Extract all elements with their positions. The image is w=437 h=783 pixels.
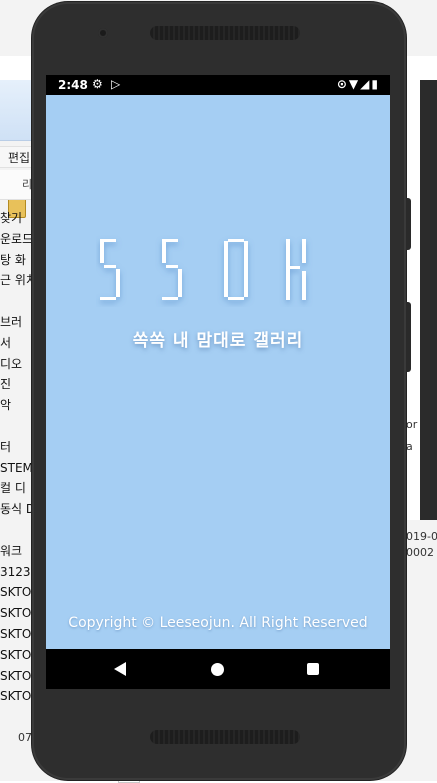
recent-apps-icon[interactable] xyxy=(307,663,319,675)
power-button[interactable] xyxy=(406,302,411,372)
logo-letter-k xyxy=(286,239,306,300)
logo-letter-o xyxy=(224,239,248,300)
explorer-status-text: 07 xyxy=(18,731,32,744)
status-left-icons: ⚙ ▷ xyxy=(92,77,120,91)
home-icon[interactable] xyxy=(211,663,224,676)
gear-icon: ⚙ xyxy=(92,77,103,91)
nav-pane-item[interactable]: 디오 xyxy=(0,354,22,374)
bottom-speaker xyxy=(150,730,300,744)
right-pane-text: 0002 xyxy=(406,546,434,559)
app-subtitle: 쏙쏙 내 맘대로 갤러리 xyxy=(132,331,304,351)
right-pane-text: 019-0 xyxy=(406,530,437,543)
nav-pane-item[interactable]: 운로드 xyxy=(0,229,33,249)
nav-pane-item[interactable]: 동식 D xyxy=(0,499,35,519)
battery-icon: ▮ xyxy=(371,77,380,91)
nav-pane-item[interactable]: SKTO xyxy=(0,582,31,602)
volume-button[interactable] xyxy=(406,198,411,250)
logo-letter-s2 xyxy=(162,239,182,300)
logo-letter-s1 xyxy=(100,239,120,300)
nav-pane-item[interactable]: SKTO xyxy=(0,686,31,706)
nav-pane-item[interactable]: 터 xyxy=(0,437,11,457)
nav-pane-item[interactable]: 워크 xyxy=(0,541,22,561)
nav-pane-item[interactable]: 악 xyxy=(0,395,11,415)
nav-pane-item[interactable]: SKTO xyxy=(0,666,31,686)
copyright-text: Copyright © Leeseojun. All Right Reserve… xyxy=(68,615,368,631)
nav-pane-item[interactable]: 브러 xyxy=(0,312,22,332)
ssok-logo xyxy=(100,239,306,300)
nav-pane-item[interactable]: SKTO xyxy=(0,645,31,665)
back-icon[interactable] xyxy=(114,662,126,676)
nav-pane-item[interactable]: 3123 xyxy=(0,562,31,582)
wifi-icon: ▼ xyxy=(348,77,361,91)
nav-pane-item[interactable]: 탕 화 xyxy=(0,250,26,270)
phone-screen: 2:48 ⚙ ▷ ⊙▼◢▮ 쏙쏙 내 맘대로 갤러리 Copyright © L… xyxy=(46,75,390,689)
nav-pane-item[interactable]: SKTO xyxy=(0,603,31,623)
location-icon: ⊙ xyxy=(336,77,349,91)
status-bar: 2:48 ⚙ ▷ ⊙▼◢▮ xyxy=(46,75,390,95)
play-store-icon: ▷ xyxy=(110,77,121,91)
nav-pane-item[interactable]: 컬 디 xyxy=(0,478,26,498)
status-time: 2:48 xyxy=(58,78,88,92)
dark-window-edge xyxy=(420,80,437,520)
nav-pane-item[interactable]: 서 xyxy=(0,333,11,353)
status-right-icons: ⊙▼◢▮ xyxy=(337,77,380,91)
front-camera xyxy=(98,28,108,38)
right-pane-text: or xyxy=(406,418,418,431)
nav-pane-item[interactable]: 진 xyxy=(0,374,11,394)
nav-pane-item[interactable]: SKTO xyxy=(0,624,31,644)
signal-icon: ◢ xyxy=(360,77,372,91)
top-speaker xyxy=(150,26,300,40)
right-pane-text: a xyxy=(406,440,413,453)
nav-pane-item[interactable]: 찾기 xyxy=(0,208,22,228)
phone-frame: 2:48 ⚙ ▷ ⊙▼◢▮ 쏙쏙 내 맘대로 갤러리 Copyright © L… xyxy=(32,2,411,780)
android-nav-bar xyxy=(46,649,390,689)
nav-pane-item[interactable]: STEM xyxy=(0,458,33,478)
